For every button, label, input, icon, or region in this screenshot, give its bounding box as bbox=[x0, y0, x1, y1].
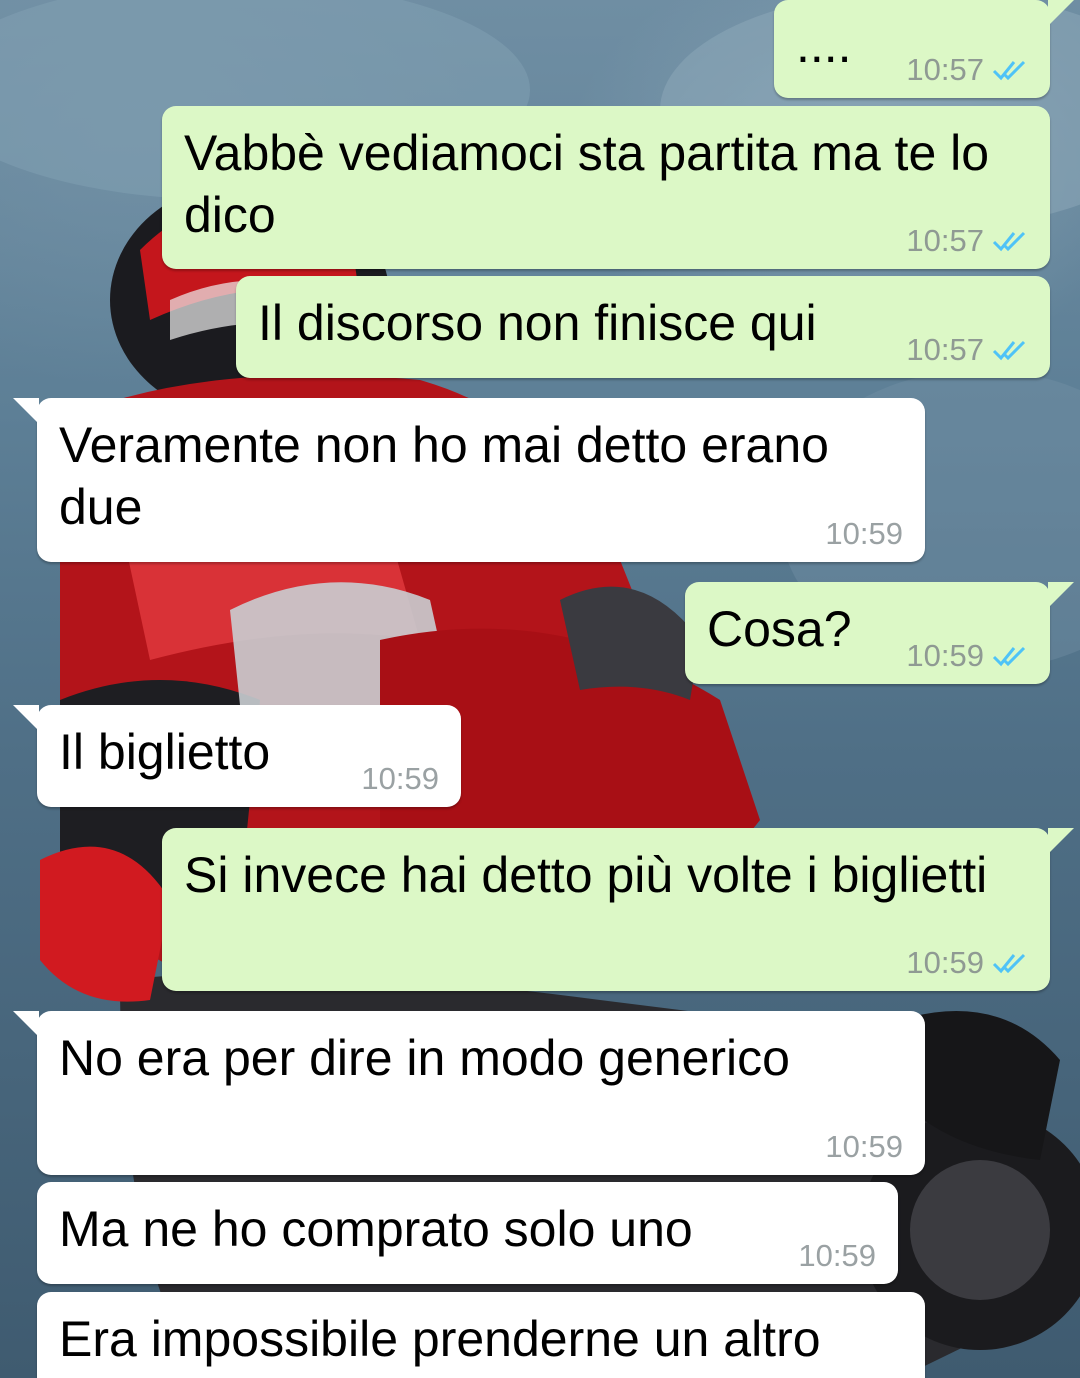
message-time: 10:59 bbox=[906, 945, 984, 980]
bubble-tail bbox=[1048, 0, 1074, 26]
message-bubble-incoming[interactable]: Ma ne ho comprato solo uno 10:59 bbox=[37, 1182, 898, 1284]
message-meta: 10:57 bbox=[906, 52, 1028, 88]
bubble-tail bbox=[13, 398, 39, 424]
message-line: No era per dire in modo generico bbox=[59, 1030, 790, 1086]
message-text: Ma ne ho comprato solo uno bbox=[59, 1198, 693, 1260]
message-time: 10:59 bbox=[825, 1129, 903, 1164]
message-time: 10:57 bbox=[906, 52, 984, 87]
message-meta: 10:57 bbox=[906, 223, 1028, 259]
bubble-tail bbox=[1048, 828, 1074, 854]
message-bubble-incoming[interactable]: Veramente non ho mai detto erano due 10:… bbox=[13, 398, 925, 562]
message-meta: 10:59 bbox=[361, 761, 439, 797]
message-text: Era impossibile prenderne un altro bbox=[59, 1308, 821, 1370]
message-line: due bbox=[59, 479, 143, 535]
message-line: .... bbox=[796, 17, 852, 73]
message-line: Il discorso non finisce qui bbox=[258, 295, 817, 351]
bubble-tail bbox=[1048, 582, 1074, 608]
message-line: Si invece hai detto più volte i bigliett… bbox=[184, 847, 988, 903]
message-list[interactable]: .... 10:57 Vabbè vediamoci sta partita m… bbox=[0, 0, 1080, 1378]
read-ticks-icon bbox=[992, 339, 1028, 361]
message-line: Cosa? bbox=[707, 601, 852, 657]
message-text: Veramente non ho mai detto erano due bbox=[59, 414, 829, 538]
message-bubble-incoming[interactable]: No era per dire in modo generico 10:59 bbox=[13, 1011, 925, 1175]
message-line: Veramente non ho mai detto erano bbox=[59, 417, 829, 473]
message-time: 10:59 bbox=[906, 638, 984, 673]
read-ticks-icon bbox=[992, 59, 1028, 81]
message-bubble-outgoing[interactable]: Il discorso non finisce qui 10:57 bbox=[236, 276, 1050, 378]
read-ticks-icon bbox=[992, 952, 1028, 974]
message-time: 10:57 bbox=[906, 223, 984, 258]
message-time: 10:59 bbox=[798, 1238, 876, 1273]
message-time: 10:57 bbox=[906, 332, 984, 367]
message-meta: 10:59 bbox=[906, 638, 1028, 674]
message-line: Vabbè vediamoci sta partita ma te lo bbox=[184, 125, 990, 181]
message-bubble-outgoing[interactable]: Cosa? 10:59 bbox=[685, 582, 1074, 684]
read-ticks-icon bbox=[992, 645, 1028, 667]
message-bubble-incoming[interactable]: Il biglietto 10:59 bbox=[13, 705, 461, 807]
bubble-tail bbox=[13, 705, 39, 731]
message-meta: 10:59 bbox=[825, 1129, 903, 1165]
message-meta: 10:57 bbox=[906, 332, 1028, 368]
message-line: Il biglietto bbox=[59, 724, 271, 780]
message-time: 10:59 bbox=[825, 516, 903, 551]
message-meta: 10:59 bbox=[798, 1238, 876, 1274]
message-line: Era impossibile prenderne un altro bbox=[59, 1311, 821, 1367]
message-line: Ma ne ho comprato solo uno bbox=[59, 1201, 693, 1257]
message-line: dico bbox=[184, 187, 276, 243]
message-text: Il biglietto bbox=[59, 721, 270, 783]
message-bubble-outgoing[interactable]: Si invece hai detto più volte i bigliett… bbox=[162, 828, 1074, 991]
message-text: Si invece hai detto più volte i bigliett… bbox=[184, 844, 987, 906]
message-text: .... bbox=[796, 14, 852, 76]
bubble-tail bbox=[13, 1011, 39, 1037]
message-meta: 10:59 bbox=[825, 516, 903, 552]
message-text: No era per dire in modo generico bbox=[59, 1027, 790, 1089]
message-text: Il discorso non finisce qui bbox=[258, 292, 817, 354]
message-bubble-outgoing[interactable]: Vabbè vediamoci sta partita ma te lo dic… bbox=[162, 106, 1050, 269]
message-bubble-outgoing[interactable]: .... 10:57 bbox=[774, 0, 1074, 98]
message-meta: 10:59 bbox=[906, 945, 1028, 981]
message-time: 10:59 bbox=[361, 761, 439, 796]
read-ticks-icon bbox=[992, 230, 1028, 252]
message-text: Vabbè vediamoci sta partita ma te lo dic… bbox=[184, 122, 989, 246]
message-bubble-incoming[interactable]: Era impossibile prenderne un altro bbox=[37, 1292, 925, 1378]
message-text: Cosa? bbox=[707, 598, 852, 660]
